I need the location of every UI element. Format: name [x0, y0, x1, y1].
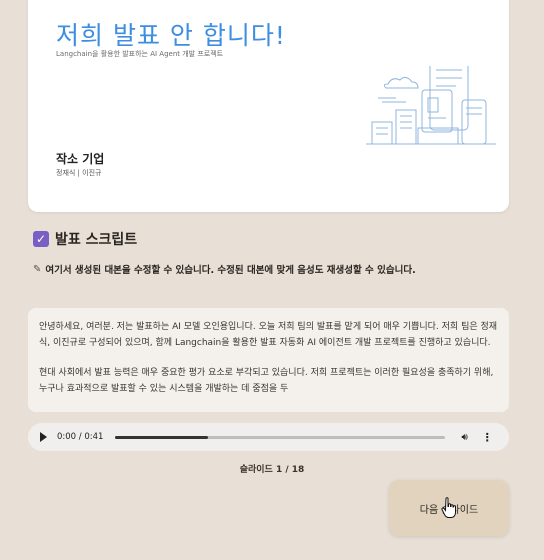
audio-buffered-fill	[115, 435, 208, 439]
slide-company: 작소 기업	[56, 152, 105, 166]
slide-counter: 슬라이드 1 / 18	[0, 462, 544, 475]
script-header: ✓ 발표 스크립트	[33, 229, 137, 249]
script-hint-text: 여기서 생성된 대본을 수정할 수 있습니다. 수정된 대본에 맞게 음성도 재…	[45, 265, 416, 276]
slide-counter-label: 슬라이드	[239, 465, 273, 475]
audio-time: 0:00 / 0:41	[57, 432, 104, 442]
checkbox-checked-icon[interactable]: ✓	[33, 231, 49, 247]
volume-icon[interactable]: 🔊︎	[461, 432, 467, 443]
hand-pointer-cursor-icon	[441, 497, 456, 518]
slide-subtitle: Langchain을 활용한 발표하는 AI Agent 개발 프로젝트	[56, 50, 224, 58]
more-vertical-icon[interactable]: ⋮	[482, 431, 493, 444]
slide-preview: 저희 발표 안 합니다! Langchain을 활용한 발표하는 AI Agen…	[28, 0, 509, 212]
script-paragraph: 현대 사회에서 발표 능력은 매우 중요한 평가 요소로 부각되고 있습니다. …	[39, 368, 494, 394]
slide-members: 정재식 | 이진규	[56, 169, 102, 177]
pencil-icon: ✎	[33, 263, 42, 275]
script-hint: ✎ 여기서 생성된 대본을 수정할 수 있습니다. 수정된 대본에 맞게 음성도…	[33, 262, 416, 277]
play-icon[interactable]	[40, 432, 47, 442]
script-editor[interactable]: 안녕하세요, 여러분. 저는 발표하는 AI 모델 오인용입니다. 오늘 저희 …	[28, 308, 509, 412]
slide-title: 저희 발표 안 합니다!	[56, 21, 286, 50]
audio-player[interactable]: 0:00 / 0:41 🔊︎ ⋮	[28, 423, 509, 451]
script-paragraph: 안녕하세요, 여러분. 저는 발표하는 AI 모델 오인용입니다. 오늘 저희 …	[39, 322, 498, 348]
audio-progress-bar[interactable]	[115, 435, 446, 439]
city-buildings-illustration	[366, 66, 496, 145]
app-page: 저희 발표 안 합니다! Langchain을 활용한 발표하는 AI Agen…	[0, 0, 544, 560]
slide-counter-value: 1 / 18	[275, 465, 305, 475]
script-title: 발표 스크립트	[55, 232, 138, 248]
